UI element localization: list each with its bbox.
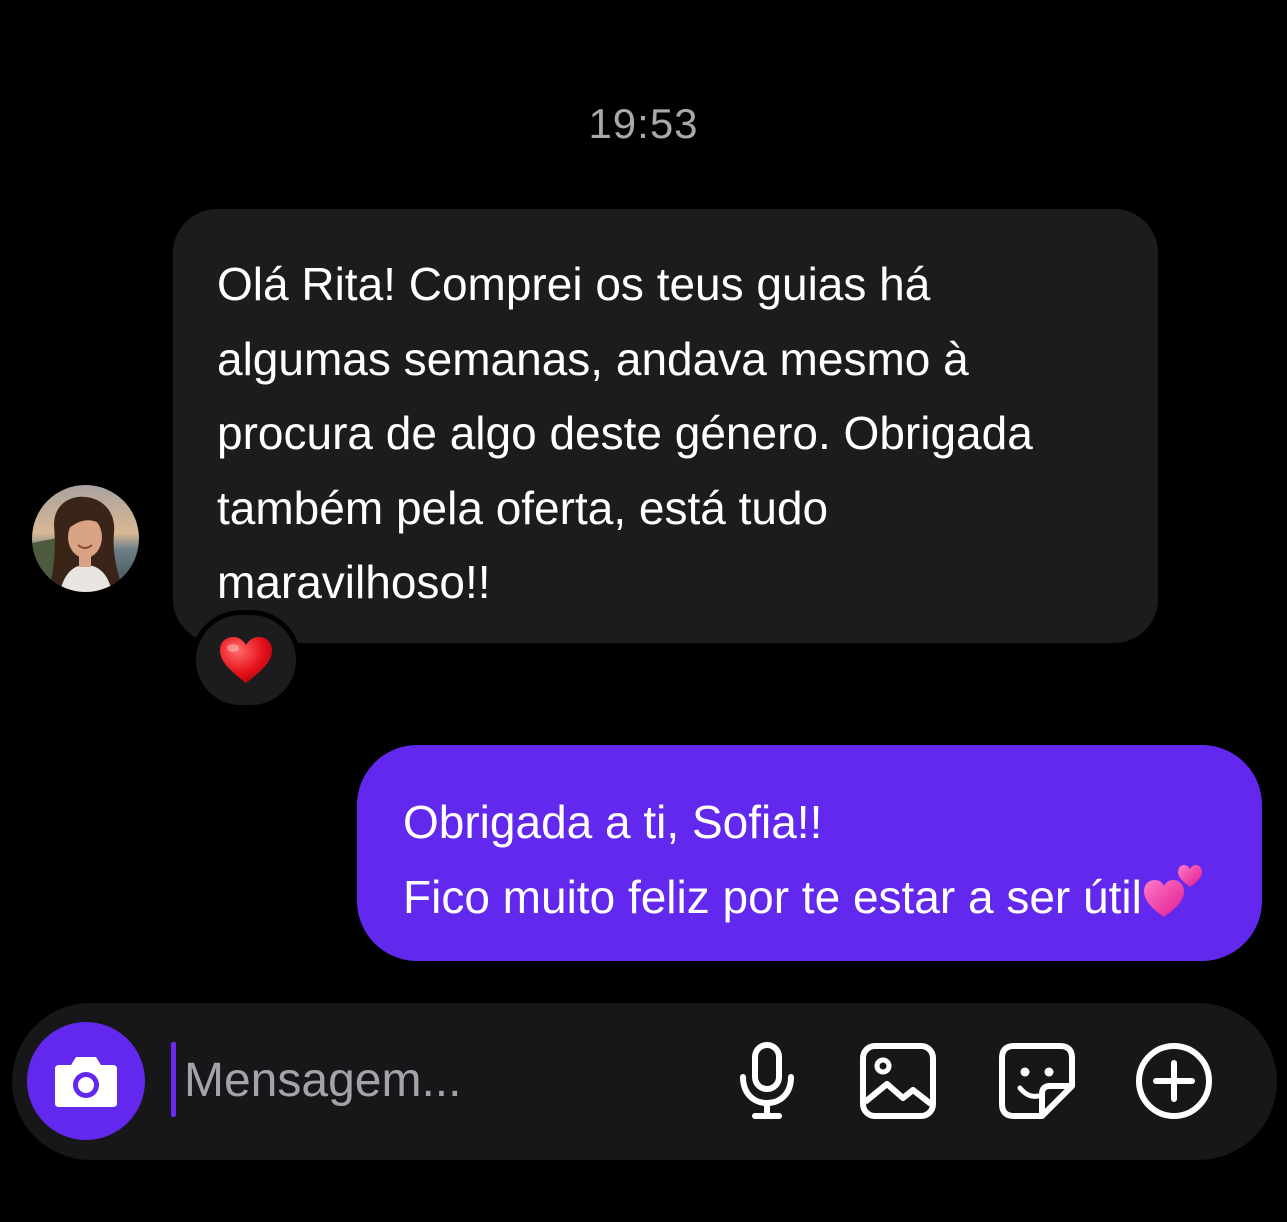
outgoing-message-line-1-text: Obrigada a ti, Sofia!! xyxy=(403,796,823,848)
two-hearts-icon xyxy=(1143,864,1202,917)
gallery-button[interactable] xyxy=(856,1039,940,1123)
incoming-message-text: Olá Rita! Comprei os teus guias há algum… xyxy=(217,258,1033,608)
plus-icon xyxy=(1136,1043,1212,1119)
sticker-button[interactable] xyxy=(995,1039,1079,1123)
camera-icon xyxy=(55,1057,117,1107)
message-timestamp: 19:53 xyxy=(588,100,699,147)
message-input[interactable] xyxy=(182,1038,684,1123)
outgoing-message-line-2-text: Fico muito feliz por te estar a ser útil xyxy=(403,871,1142,923)
outgoing-message-line-1: Obrigada a ti, Sofia!! xyxy=(403,785,1222,860)
camera-button[interactable] xyxy=(27,1022,145,1140)
microphone-icon xyxy=(740,1042,794,1119)
sticker-icon xyxy=(999,1043,1075,1119)
add-button[interactable] xyxy=(1132,1039,1216,1123)
red-heart-icon xyxy=(220,637,272,683)
message-composer xyxy=(12,1003,1277,1160)
avatar-photo xyxy=(32,485,139,592)
contact-avatar[interactable] xyxy=(32,485,139,592)
microphone-button[interactable] xyxy=(725,1039,809,1123)
gallery-icon xyxy=(860,1043,936,1119)
heart-reaction[interactable] xyxy=(191,610,301,710)
incoming-message-bubble[interactable]: Olá Rita! Comprei os teus guias há algum… xyxy=(173,209,1158,643)
outgoing-message-line-2: Fico muito feliz por te estar a ser útil xyxy=(403,860,1222,935)
text-cursor xyxy=(171,1042,176,1117)
outgoing-message-bubble[interactable]: Obrigada a ti, Sofia!! Fico muito feliz … xyxy=(357,745,1262,961)
